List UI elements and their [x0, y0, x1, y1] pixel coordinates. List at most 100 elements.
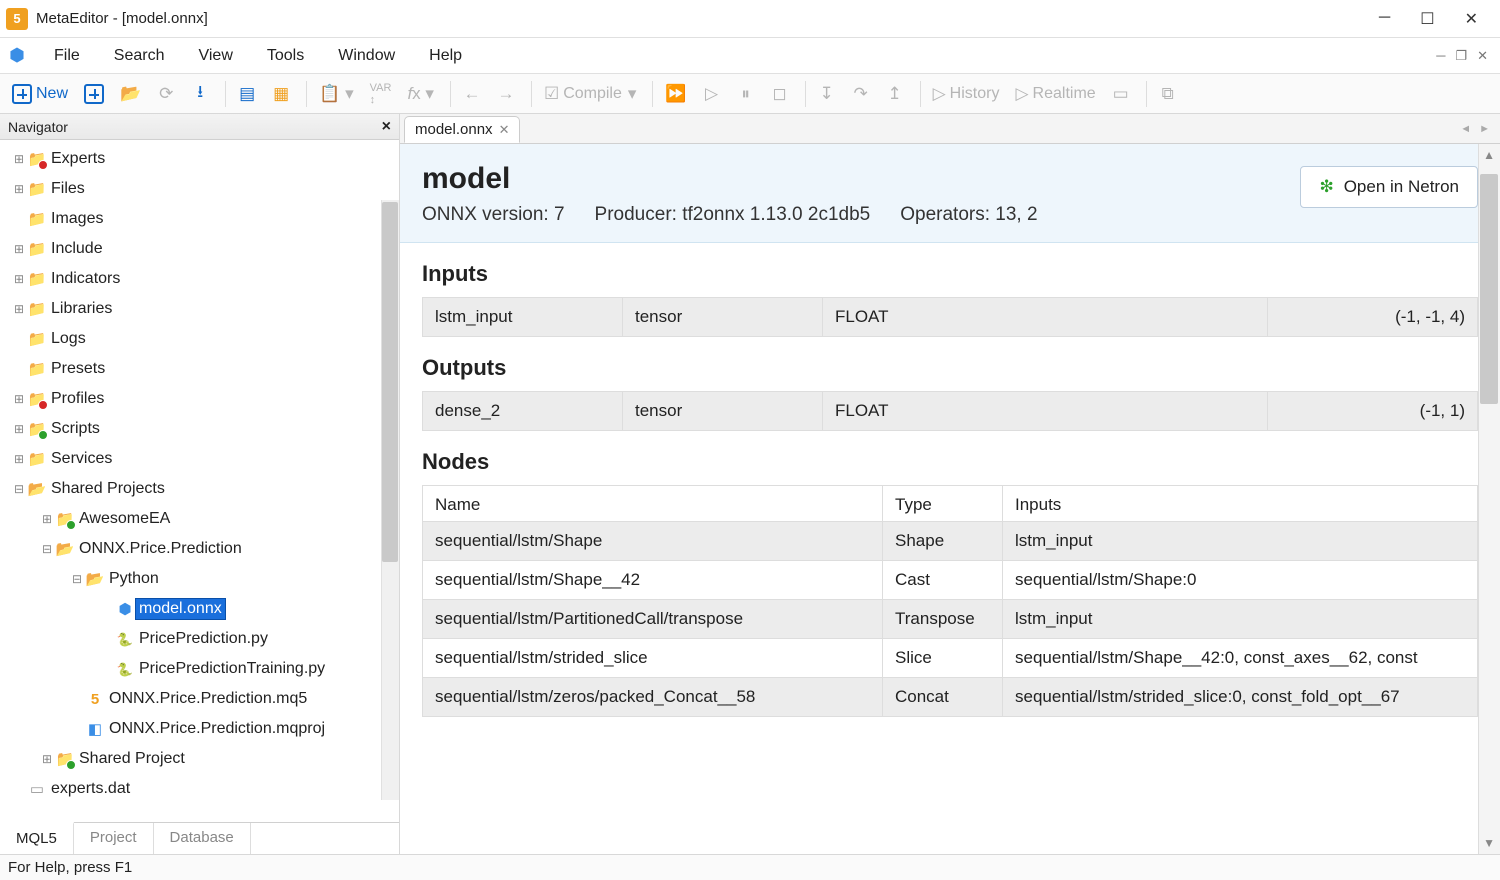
- tree-toggle-icon[interactable]: ⊞: [40, 512, 54, 526]
- table-row[interactable]: lstm_input tensor FLOAT (-1, -1, 4): [423, 298, 1478, 337]
- table-row[interactable]: sequential/lstm/ShapeShapelstm_input: [423, 522, 1478, 561]
- tree-item-pricepred[interactable]: PricePrediction.py: [0, 624, 399, 654]
- tree-item-experts[interactable]: ⊞Experts: [0, 144, 399, 174]
- scroll-up-icon[interactable]: ▲: [1483, 148, 1495, 162]
- menu-search[interactable]: Search: [98, 41, 181, 71]
- panel-toggle-2[interactable]: ▦: [266, 79, 296, 109]
- table-row[interactable]: sequential/lstm/PartitionedCall/transpos…: [423, 600, 1478, 639]
- navigator-scrollbar-thumb[interactable]: [382, 202, 398, 562]
- mdi-restore-icon[interactable]: ❐: [1455, 48, 1467, 64]
- menu-view[interactable]: View: [182, 41, 248, 71]
- tree-toggle-icon[interactable]: ⊞: [12, 182, 26, 196]
- var-icon: VAR↕: [370, 82, 392, 106]
- tree-item-modelonnx[interactable]: model.onnx: [0, 594, 399, 624]
- debug-pause-button: ⏸: [731, 79, 761, 109]
- tree-item-expertsdata[interactable]: experts.dat: [0, 774, 399, 804]
- save-all-button[interactable]: ⭳: [185, 79, 215, 109]
- navigator-tab-mql5[interactable]: MQL5: [0, 822, 74, 854]
- document-header: model ONNX version: 7 Producer: tf2onnx …: [400, 144, 1500, 243]
- menu-window[interactable]: Window: [322, 41, 411, 71]
- editor-tab-close-icon[interactable]: ✕: [499, 122, 510, 138]
- tree-item-mq5file[interactable]: 5ONNX.Price.Prediction.mq5: [0, 684, 399, 714]
- new-button[interactable]: New: [6, 79, 74, 109]
- tree-item-mqproj[interactable]: ONNX.Price.Prediction.mqproj: [0, 714, 399, 744]
- step-over-icon: ↷: [853, 84, 867, 104]
- folder-blue-icon: [54, 510, 76, 528]
- tree-item-awesomeea[interactable]: ⊞ AwesomeEA: [0, 504, 399, 534]
- tab-next-icon[interactable]: ►: [1479, 123, 1490, 135]
- tree-item-presets[interactable]: Presets: [0, 354, 399, 384]
- mq5-icon: 5: [84, 691, 106, 708]
- tree-item-logs[interactable]: Logs: [0, 324, 399, 354]
- folder-icon: [26, 420, 48, 438]
- window-minimize-button[interactable]: ─: [1379, 9, 1390, 29]
- tree-toggle-icon[interactable]: ⊞: [12, 242, 26, 256]
- tree-item-label: experts.dat: [48, 779, 133, 799]
- tree-item-sharedproject[interactable]: ⊞ Shared Project: [0, 744, 399, 774]
- tree-item-sharedprojects[interactable]: ⊟Shared Projects: [0, 474, 399, 504]
- tree-item-label: Shared Project: [76, 749, 188, 769]
- py-icon: [114, 631, 136, 648]
- tree-toggle-icon[interactable]: ⊞: [12, 302, 26, 316]
- inputs-table: lstm_input tensor FLOAT (-1, -1, 4): [422, 297, 1478, 337]
- plus-icon: [12, 84, 32, 104]
- mdi-close-icon[interactable]: ✕: [1477, 48, 1488, 64]
- tree-toggle-icon[interactable]: ⊞: [12, 422, 26, 436]
- tree-toggle-icon[interactable]: ⊞: [12, 392, 26, 406]
- navigator-tree[interactable]: ⊞Experts⊞FilesImages⊞Include⊞Indicators⊞…: [0, 140, 399, 822]
- tree-item-libraries[interactable]: ⊞Libraries: [0, 294, 399, 324]
- statusbar: For Help, press F1: [0, 854, 1500, 880]
- tree-item-onnxpred[interactable]: ⊟ ONNX.Price.Prediction: [0, 534, 399, 564]
- folder-icon: [26, 240, 48, 258]
- navigator-tab-project[interactable]: Project: [74, 823, 154, 854]
- menu-tools[interactable]: Tools: [251, 41, 320, 71]
- tree-item-scripts[interactable]: ⊞Scripts: [0, 414, 399, 444]
- tree-item-indicators[interactable]: ⊞ Indicators: [0, 264, 399, 294]
- copy-stack-button: ⧉: [1153, 79, 1183, 109]
- table-row[interactable]: sequential/lstm/strided_sliceSlicesequen…: [423, 639, 1478, 678]
- panel-toggle-1[interactable]: ▤: [232, 79, 262, 109]
- tab-prev-icon[interactable]: ◄: [1460, 123, 1471, 135]
- tree-toggle-icon[interactable]: ⊞: [12, 452, 26, 466]
- navigator-close-button[interactable]: ×: [382, 118, 391, 136]
- tree-item-profiles[interactable]: ⊞Profiles: [0, 384, 399, 414]
- tree-item-include[interactable]: ⊞Include: [0, 234, 399, 264]
- copy-icon: ⧉: [1162, 84, 1174, 104]
- window-close-button[interactable]: ✕: [1465, 9, 1478, 29]
- navigator-panel: Navigator × ⊞Experts⊞FilesImages⊞Include…: [0, 114, 400, 854]
- menu-help[interactable]: Help: [413, 41, 478, 71]
- folder-icon: [26, 150, 48, 168]
- tree-item-label: Indicators: [48, 269, 123, 289]
- mdi-minimize-icon[interactable]: ─: [1436, 48, 1445, 64]
- tree-toggle-icon[interactable]: ⊞: [12, 152, 26, 166]
- tree-toggle-icon[interactable]: ⊟: [40, 542, 54, 556]
- window-maximize-button[interactable]: ☐: [1420, 9, 1434, 29]
- step-into-icon: ↧: [819, 84, 833, 104]
- tree-item-files[interactable]: ⊞Files: [0, 174, 399, 204]
- editor-scrollbar-thumb[interactable]: [1480, 174, 1498, 404]
- tree-item-python[interactable]: ⊟Python: [0, 564, 399, 594]
- table-row[interactable]: dense_2 tensor FLOAT (-1, 1): [423, 392, 1478, 431]
- tree-toggle-icon[interactable]: ⊞: [40, 752, 54, 766]
- scroll-down-icon[interactable]: ▼: [1483, 836, 1495, 850]
- navigator-tab-database[interactable]: Database: [154, 823, 251, 854]
- table-row[interactable]: sequential/lstm/zeros/packed_Concat__58C…: [423, 678, 1478, 717]
- tree-item-pricepredtrain[interactable]: PricePredictionTraining.py: [0, 654, 399, 684]
- folder-open-icon: [84, 570, 106, 588]
- editor-tab-model[interactable]: model.onnx ✕: [404, 116, 520, 143]
- table-row[interactable]: sequential/lstm/Shape__42Castsequential/…: [423, 561, 1478, 600]
- tree-toggle-icon[interactable]: ⊟: [70, 572, 84, 586]
- inputs-heading: Inputs: [422, 247, 1500, 297]
- tree-item-images[interactable]: Images: [0, 204, 399, 234]
- tree-toggle-icon[interactable]: ⊞: [12, 272, 26, 286]
- tree-item-services[interactable]: ⊞Services: [0, 444, 399, 474]
- open-button[interactable]: 📂: [114, 79, 147, 109]
- menu-file[interactable]: File: [38, 41, 96, 71]
- folder-open-icon: 📂: [120, 84, 141, 104]
- tree-item-label: AwesomeEA: [76, 509, 173, 529]
- tree-toggle-icon[interactable]: ⊟: [12, 482, 26, 496]
- new-file-button[interactable]: [78, 79, 110, 109]
- statusbar-help-text: For Help, press F1: [8, 859, 132, 876]
- tree-item-label: ONNX.Price.Prediction: [76, 539, 245, 559]
- open-in-netron-button[interactable]: ❇ Open in Netron: [1300, 166, 1478, 208]
